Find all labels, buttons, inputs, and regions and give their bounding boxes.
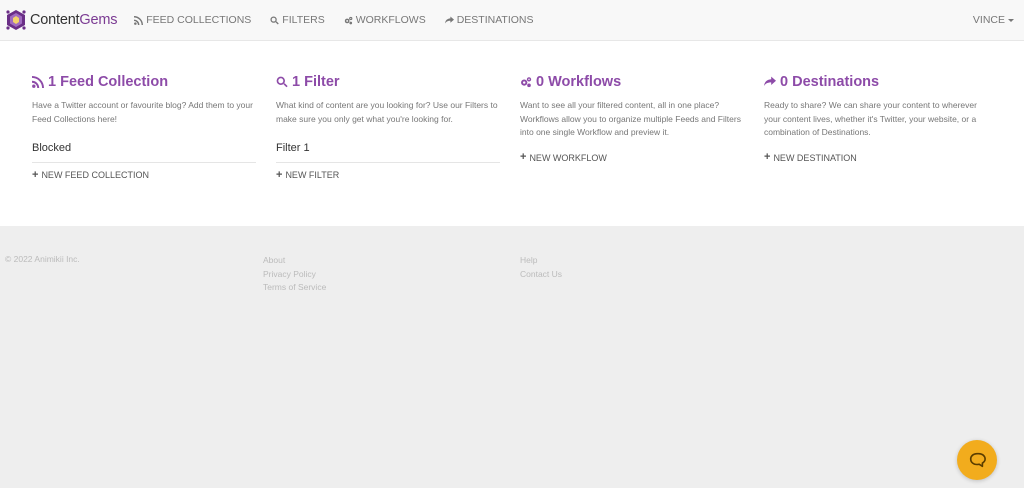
new-workflow-label: NEW WORKFLOW bbox=[529, 152, 607, 163]
feed-collections-heading[interactable]: 1 Feed Collection bbox=[32, 73, 256, 91]
footer-link-privacy-policy[interactable]: Privacy Policy bbox=[263, 268, 326, 282]
destinations-title: 0 Destinations bbox=[780, 74, 880, 90]
nav-workflows[interactable]: WORKFLOWS bbox=[344, 14, 426, 26]
new-destination-label: NEW DESTINATION bbox=[773, 152, 857, 163]
workflows-description: Want to see all your filtered content, a… bbox=[520, 100, 741, 137]
brand-logo-link[interactable]: ContentGems bbox=[5, 9, 117, 31]
new-destination-button[interactable]: + NEW DESTINATION bbox=[764, 151, 988, 163]
user-menu-dropdown[interactable]: VINCE bbox=[973, 14, 1014, 26]
new-filter-button[interactable]: + NEW FILTER bbox=[276, 168, 500, 181]
footer-link-terms-of-service[interactable]: Terms of Service bbox=[263, 281, 326, 295]
gears-icon bbox=[344, 16, 353, 24]
nav-destinations-label: DESTINATIONS bbox=[456, 14, 534, 26]
filters-title: 1 Filter bbox=[292, 74, 340, 90]
user-name: VINCE bbox=[972, 14, 1005, 26]
new-workflow-button[interactable]: + NEW WORKFLOW bbox=[520, 151, 744, 163]
chat-launcher-button[interactable] bbox=[957, 440, 997, 480]
gears-icon bbox=[521, 77, 532, 88]
new-filter-label: NEW FILTER bbox=[285, 170, 340, 180]
new-feed-collection-label: NEW FEED COLLECTION bbox=[41, 170, 149, 180]
rss-icon bbox=[134, 15, 144, 25]
filters-description: What kind of content are you looking for… bbox=[276, 100, 498, 124]
footer-links-support: Help Contact Us bbox=[520, 254, 562, 281]
plus-icon: + bbox=[764, 151, 771, 163]
caret-down-icon bbox=[1008, 18, 1014, 22]
footer-link-about[interactable]: About bbox=[263, 254, 326, 268]
plus-icon: + bbox=[520, 151, 527, 163]
top-navbar: ContentGems FEED COLLECTIONS FILTERS WOR… bbox=[0, 0, 1024, 41]
destinations-heading[interactable]: 0 Destinations bbox=[764, 73, 988, 91]
new-feed-collection-button[interactable]: + NEW FEED COLLECTION bbox=[32, 168, 256, 181]
filters-list: Filter 1 bbox=[276, 138, 500, 163]
destinations-panel: 0 Destinations Ready to share? We can sh… bbox=[764, 73, 988, 163]
copyright-text: © 2022 Animikii Inc. bbox=[5, 254, 80, 264]
filters-panel: 1 Filter What kind of content are you lo… bbox=[276, 73, 500, 180]
nav-destinations[interactable]: DESTINATIONS bbox=[444, 14, 534, 26]
dashboard-main: 1 Feed Collection Have a Twitter account… bbox=[0, 41, 1024, 226]
plus-icon: + bbox=[276, 168, 283, 181]
nav-feed-collections[interactable]: FEED COLLECTIONS bbox=[134, 14, 251, 26]
plus-icon: + bbox=[32, 168, 39, 181]
filters-heading[interactable]: 1 Filter bbox=[276, 73, 500, 91]
chat-bubble-icon bbox=[969, 452, 986, 468]
feed-collections-list: Blocked bbox=[32, 138, 256, 163]
footer-links-company: About Privacy Policy Terms of Service bbox=[263, 254, 326, 295]
brand-name: ContentGems bbox=[30, 12, 118, 28]
workflows-panel: 0 Workflows Want to see all your filtere… bbox=[520, 73, 744, 163]
rss-icon bbox=[32, 76, 44, 88]
contentgems-logo-icon bbox=[6, 10, 26, 30]
nav-filters-label: FILTERS bbox=[282, 14, 325, 26]
nav-filters[interactable]: FILTERS bbox=[270, 14, 325, 26]
footer-link-contact-us[interactable]: Contact Us bbox=[520, 268, 562, 282]
workflows-title: 0 Workflows bbox=[536, 74, 622, 90]
page-footer: © 2022 Animikii Inc. About Privacy Polic… bbox=[0, 226, 1024, 486]
destinations-description: Ready to share? We can share your conten… bbox=[764, 100, 977, 137]
workflows-heading[interactable]: 0 Workflows bbox=[520, 73, 744, 91]
feed-collections-title: 1 Feed Collection bbox=[48, 74, 169, 90]
list-item[interactable]: Filter 1 bbox=[276, 138, 500, 163]
nav-workflows-label: WORKFLOWS bbox=[355, 14, 426, 26]
search-icon bbox=[276, 76, 288, 88]
search-icon bbox=[270, 15, 280, 24]
list-item[interactable]: Blocked bbox=[32, 138, 256, 163]
share-icon bbox=[444, 15, 454, 23]
feed-collections-description: Have a Twitter account or favourite blog… bbox=[32, 100, 253, 124]
footer-link-help[interactable]: Help bbox=[520, 254, 562, 268]
share-icon bbox=[764, 76, 776, 86]
feed-collections-panel: 1 Feed Collection Have a Twitter account… bbox=[32, 73, 256, 180]
nav-feed-collections-label: FEED COLLECTIONS bbox=[146, 14, 252, 26]
